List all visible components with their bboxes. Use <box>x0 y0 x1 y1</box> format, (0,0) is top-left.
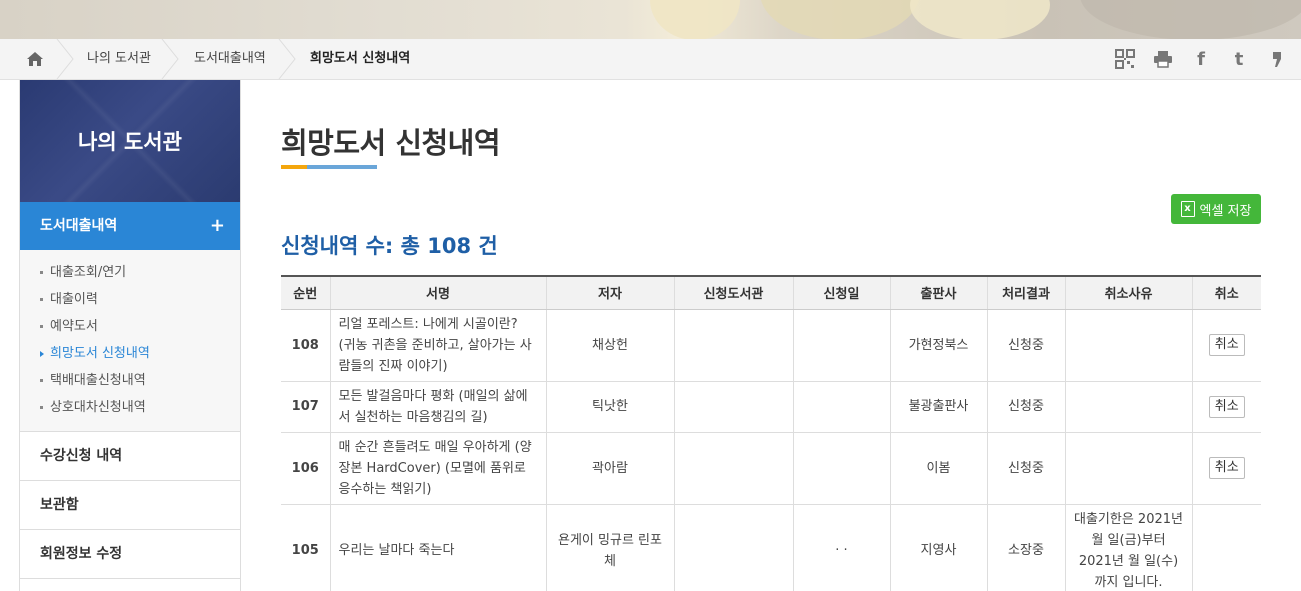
column-header: 신청일 <box>792 275 890 310</box>
request-date: · · <box>792 504 890 591</box>
table-row: 106 매 순간 흔들려도 매일 우아하게 (양장본 HardCover) (모… <box>281 432 1261 505</box>
cancel-reason <box>1064 432 1192 505</box>
sidebar-header: 나의 도서관 <box>20 80 240 202</box>
book-author: 곽아람 <box>545 432 674 505</box>
cancel-cell: 취소 <box>1191 432 1261 505</box>
sidebar: 나의 도서관 도서대출내역 + 대출조회/연기 대출이력 예약도서 희망도서 신… <box>19 80 241 591</box>
breadcrumb-item-my-library[interactable]: 나의 도서관 <box>87 39 151 79</box>
column-header: 순번 <box>281 275 330 310</box>
table-row: 107 모든 발걸음마다 평화 (매일의 삶에서 실천하는 마음챙김의 길) 틱… <box>281 381 1261 433</box>
column-header: 서명 <box>329 275 546 310</box>
page-title: 희망도서 신청내역 <box>281 126 501 160</box>
cancel-cell: 취소 <box>1191 309 1261 382</box>
sidebar-item-edit-profile[interactable]: 회원정보 수정 <box>20 530 240 579</box>
request-library <box>673 432 793 505</box>
breadcrumb: 나의 도서관 도서대출내역 희망도서 신청내역 f t <box>0 39 1301 80</box>
breadcrumb-separator <box>56 39 74 79</box>
plus-icon[interactable]: + <box>210 202 225 250</box>
home-icon[interactable] <box>20 49 50 69</box>
status: 소장중 <box>986 504 1065 591</box>
print-icon[interactable] <box>1153 49 1173 69</box>
status: 신청중 <box>986 432 1065 505</box>
request-table: 순번 서명 저자 신청도서관 신청일 출판사 처리결과 취소사유 취소 108 … <box>281 275 1261 591</box>
excel-icon: x <box>1180 201 1195 217</box>
row-number: 107 <box>281 381 330 433</box>
breadcrumb-item-loan-history[interactable]: 도서대출내역 <box>194 39 266 79</box>
request-date <box>792 381 890 433</box>
table-row: 105 우리는 날마다 죽는다 욘게이 밍규르 린포체 · · 지영사 소장중 … <box>281 504 1261 591</box>
column-header: 출판사 <box>889 275 987 310</box>
facebook-icon[interactable]: f <box>1191 49 1211 70</box>
publisher: 불광출판사 <box>889 381 987 433</box>
submenu-item-delivery-loan[interactable]: 택배대출신청내역 <box>40 367 240 394</box>
request-library <box>673 381 793 433</box>
column-header: 취소사유 <box>1064 275 1192 310</box>
cancel-reason: 대출기한은 2021년 월 일(금)부터 2021년 월 일(수)까지 입니다. <box>1064 504 1192 591</box>
request-date <box>792 309 890 382</box>
request-library <box>673 504 793 591</box>
submenu-item-loan-inquiry[interactable]: 대출조회/연기 <box>40 259 240 286</box>
row-number: 106 <box>281 432 330 505</box>
cancel-reason <box>1064 309 1192 382</box>
qr-code-icon[interactable] <box>1115 49 1135 69</box>
request-date <box>792 432 890 505</box>
column-header: 신청도서관 <box>673 275 793 310</box>
cancel-reason <box>1064 381 1192 433</box>
book-author: 욘게이 밍규르 린포체 <box>545 504 674 591</box>
cancel-button[interactable]: 취소 <box>1208 457 1245 479</box>
book-author: 채상헌 <box>545 309 674 382</box>
publisher: 이봄 <box>889 432 987 505</box>
submenu-item-reservations[interactable]: 예약도서 <box>40 313 240 340</box>
book-title: 모든 발걸음마다 평화 (매일의 삶에서 실천하는 마음챙김의 길) <box>329 381 546 433</box>
twitter-icon[interactable]: t <box>1229 49 1249 70</box>
cancel-button[interactable]: 취소 <box>1208 334 1245 356</box>
request-count: 신청내역 수: 총 108 건 <box>281 234 498 258</box>
title-underline <box>281 165 377 169</box>
sidebar-title: 나의 도서관 <box>78 130 182 154</box>
hero-banner <box>0 0 1301 39</box>
submenu-item-wish-books[interactable]: 희망도서 신청내역 <box>40 340 240 367</box>
book-title: 리얼 포레스트: 나에게 시골이란? (귀농 귀촌을 준비하고, 살아가는 사람… <box>329 309 546 382</box>
cancel-cell <box>1191 504 1261 591</box>
table-header-row: 순번 서명 저자 신청도서관 신청일 출판사 처리결과 취소사유 취소 <box>281 275 1261 310</box>
status: 신청중 <box>986 309 1065 382</box>
column-header: 취소 <box>1191 275 1261 310</box>
excel-save-label: 엑셀 저장 <box>1199 203 1252 219</box>
request-library <box>673 309 793 382</box>
sidebar-item-loan-history[interactable]: 도서대출내역 + <box>20 202 240 250</box>
table-row: 108 리얼 포레스트: 나에게 시골이란? (귀농 귀촌을 준비하고, 살아가… <box>281 309 1261 382</box>
book-author: 틱낫한 <box>545 381 674 433</box>
cancel-cell: 취소 <box>1191 381 1261 433</box>
submenu-item-loan-history[interactable]: 대출이력 <box>40 286 240 313</box>
column-header: 처리결과 <box>986 275 1065 310</box>
row-number: 105 <box>281 504 330 591</box>
publisher: 가현정북스 <box>889 309 987 382</box>
sidebar-item-storage[interactable]: 보관함 <box>20 481 240 530</box>
submenu-item-interlibrary-loan[interactable]: 상호대차신청내역 <box>40 394 240 421</box>
breadcrumb-separator <box>278 39 296 79</box>
breadcrumb-separator <box>161 39 179 79</box>
row-number: 108 <box>281 309 330 382</box>
status: 신청중 <box>986 381 1065 433</box>
cancel-button[interactable]: 취소 <box>1208 395 1245 418</box>
sidebar-item-course-registration[interactable]: 수강신청 내역 <box>20 432 240 481</box>
book-title: 우리는 날마다 죽는다 <box>329 504 546 591</box>
column-header: 저자 <box>545 275 674 310</box>
sidebar-item-label: 도서대출내역 <box>40 218 118 234</box>
excel-save-button[interactable]: x 엑셀 저장 <box>1171 194 1261 224</box>
book-title: 매 순간 흔들려도 매일 우아하게 (양장본 HardCover) (모멸에 품… <box>329 432 546 505</box>
blog-icon[interactable] <box>1267 49 1287 69</box>
publisher: 지영사 <box>889 504 987 591</box>
breadcrumb-item-current: 희망도서 신청내역 <box>310 51 411 66</box>
sidebar-submenu: 대출조회/연기 대출이력 예약도서 희망도서 신청내역 택배대출신청내역 상호대… <box>20 250 240 432</box>
